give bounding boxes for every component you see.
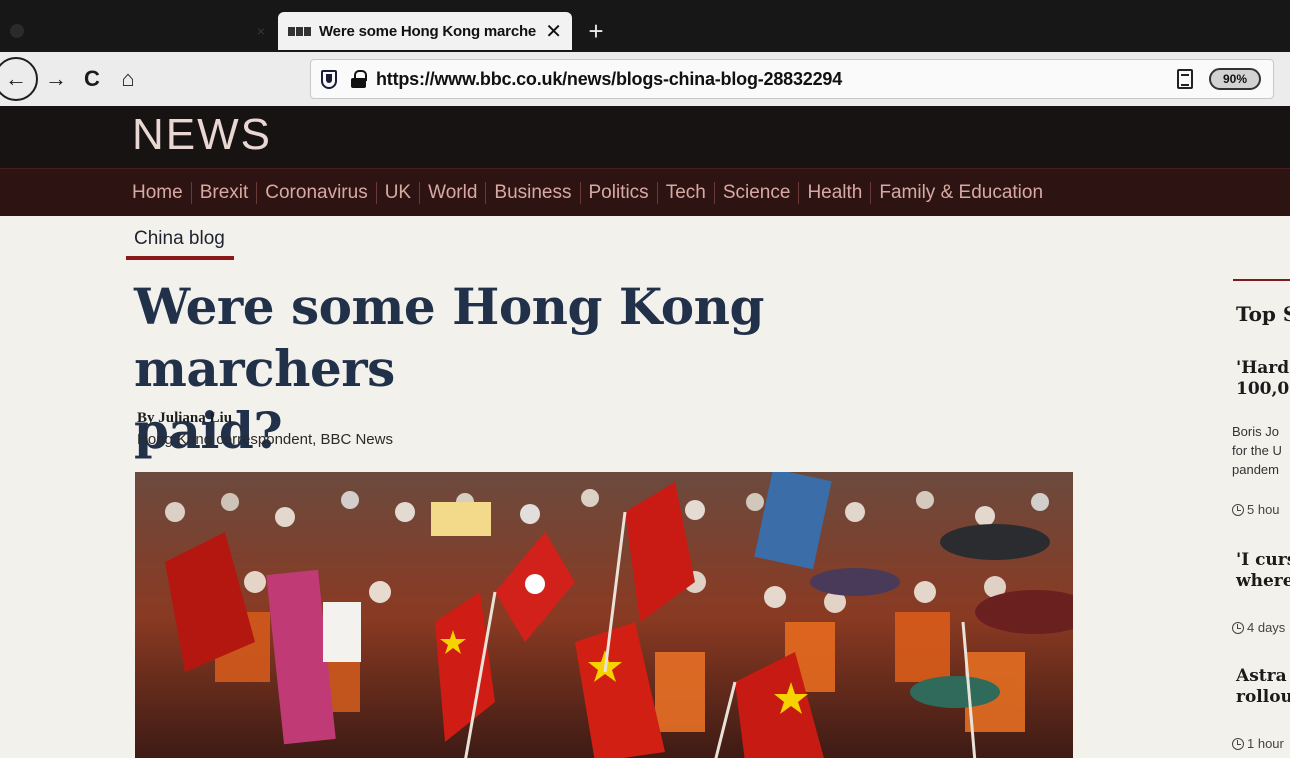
rail-story-3-time: 1 hour: [1232, 736, 1284, 751]
rail-story-3-title-line-1[interactable]: Astra: [1236, 666, 1287, 686]
forward-button[interactable]: →: [38, 61, 74, 97]
site-header: NEWS Home Brexit Coronavirus UK World Busines…: [0, 106, 1290, 216]
web-page: NEWS Home Brexit Coronavirus UK World Busines…: [0, 106, 1290, 758]
rail-summary-line: Boris Jo: [1232, 424, 1279, 439]
byline-role: Hong Kong correspondent, BBC News: [137, 431, 393, 448]
nav-item-coronavirus[interactable]: Coronavirus: [265, 181, 377, 204]
nav-item-health[interactable]: Health: [807, 181, 872, 204]
nav-item-world[interactable]: World: [428, 181, 487, 204]
clock-icon: [1232, 737, 1244, 750]
reader-view-icon[interactable]: [1177, 69, 1193, 89]
rail-divider: [1233, 279, 1290, 281]
rail-time-text: 5 hou: [1247, 502, 1280, 517]
browser-tab-inactive[interactable]: ×: [0, 12, 275, 50]
tab-title: Were some Hong Kong marche: [319, 22, 537, 40]
nav-item-family-education[interactable]: Family & Education: [879, 182, 1051, 204]
nav-item-brexit[interactable]: Brexit: [200, 181, 258, 204]
rail-story-2-title-line-1[interactable]: 'I curs: [1236, 550, 1290, 570]
rail-story-2-title[interactable]: 'I curs where: [1236, 550, 1290, 592]
clock-icon: [1232, 621, 1244, 634]
rail-story-1-title[interactable]: 'Hard 100,0: [1236, 358, 1289, 400]
site-nav: Home Brexit Coronavirus UK World Business Poli…: [0, 168, 1290, 216]
rail-story-1-summary: Boris Jo for the U pandem: [1232, 422, 1282, 479]
headline-line-1: Were some Hong Kong marchers: [134, 277, 764, 398]
home-button[interactable]: ⌂: [110, 61, 146, 97]
rail-summary-line: for the U: [1232, 443, 1282, 458]
browser-tab-bar: × Were some Hong Kong marche ✕ +: [0, 0, 1290, 52]
lock-icon[interactable]: [351, 70, 367, 88]
nav-item-uk[interactable]: UK: [385, 181, 421, 204]
section-label[interactable]: China blog: [134, 228, 225, 250]
zoom-level-badge[interactable]: 90%: [1209, 68, 1261, 90]
bbc-favicon-icon: [288, 26, 311, 36]
rail-heading: Top S: [1236, 302, 1290, 326]
nav-item-tech[interactable]: Tech: [666, 181, 715, 204]
nav-item-business[interactable]: Business: [494, 181, 581, 204]
rail-time-text: 1 hour: [1247, 736, 1284, 751]
url-text[interactable]: https://www.bbc.co.uk/news/blogs-china-b…: [376, 69, 842, 90]
rail-story-2-time: 4 days: [1232, 620, 1285, 635]
rail-story-2-title-line-2[interactable]: where: [1236, 571, 1290, 591]
browser-nav-bar: ← → C ⌂ https://www.bbc.co.uk/news/blogs…: [0, 52, 1290, 106]
tab-favicon-icon: [10, 24, 24, 38]
section-underline: [126, 256, 234, 260]
back-button[interactable]: ←: [0, 57, 38, 101]
clock-icon: [1232, 503, 1244, 516]
news-logo[interactable]: NEWS: [132, 110, 272, 160]
shield-icon[interactable]: [321, 69, 337, 89]
rail-time-text: 4 days: [1247, 620, 1286, 635]
rail-story-3-title[interactable]: Astra rollou: [1236, 666, 1290, 708]
byline-author: By Juliana Liu: [137, 410, 233, 426]
rail-story-3-title-line-2[interactable]: rollou: [1236, 687, 1290, 707]
article-hero-image: [135, 472, 1073, 758]
reload-button[interactable]: C: [74, 61, 110, 97]
tab-close-icon[interactable]: ×: [257, 23, 265, 39]
rail-story-1-title-line-1[interactable]: 'Hard: [1236, 358, 1289, 378]
nav-item-home[interactable]: Home: [132, 181, 192, 204]
nav-item-science[interactable]: Science: [723, 181, 800, 204]
rail-story-1-time: 5 hou: [1232, 502, 1280, 517]
address-bar[interactable]: https://www.bbc.co.uk/news/blogs-china-b…: [310, 59, 1274, 99]
nav-item-politics[interactable]: Politics: [589, 181, 658, 204]
tab-close-icon[interactable]: ✕: [545, 19, 562, 44]
rail-story-1-title-line-2[interactable]: 100,0: [1236, 379, 1289, 399]
browser-tab-active[interactable]: Were some Hong Kong marche ✕: [278, 12, 572, 50]
crowd-photo: [135, 472, 1073, 758]
rail-summary-line: pandem: [1232, 462, 1279, 477]
new-tab-button[interactable]: +: [582, 12, 610, 50]
